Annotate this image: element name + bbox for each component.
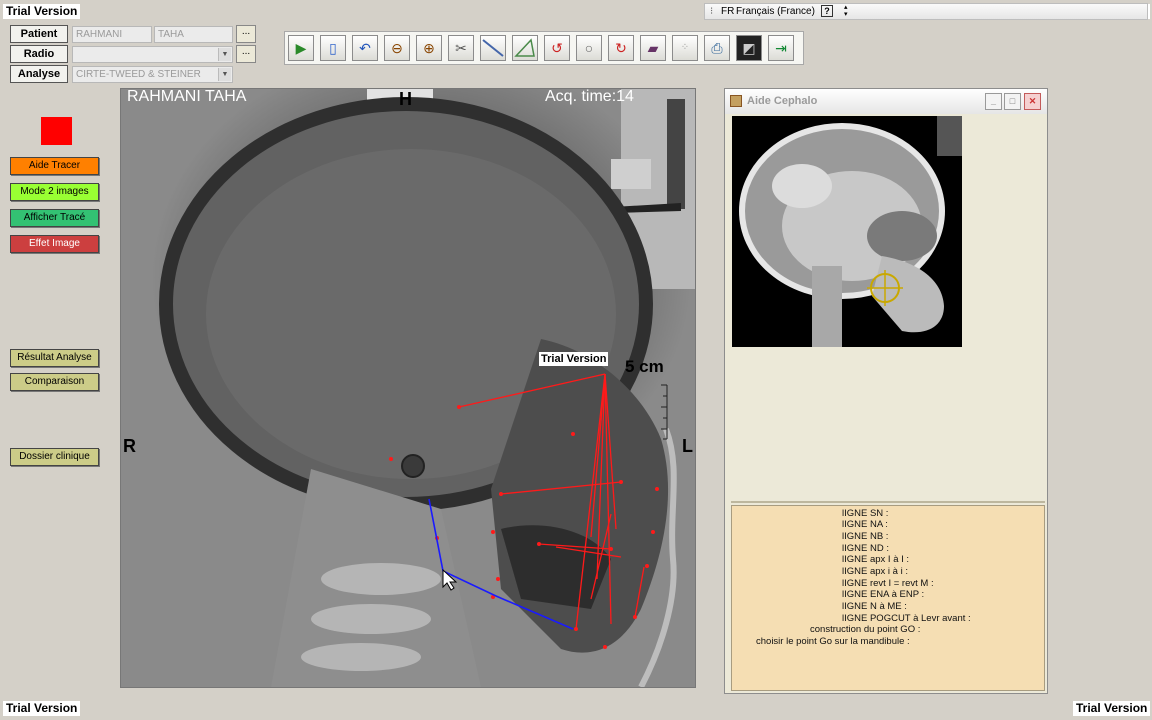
patient-last-name-field[interactable]: RAHMANI [72,26,152,43]
ruler-icon[interactable] [480,35,506,61]
options-arrow-icon[interactable]: ▴ ▾ [844,4,848,18]
trial-label-bottom-left: Trial Version [3,701,81,716]
analyse-label: Analyse [10,65,68,83]
instruction-line: lIGNE NB : [842,531,889,542]
instruction-line: lIGNE POGCUT à Levr avant : [842,613,971,624]
patient-label: Patient [10,25,68,43]
undo-icon[interactable]: ↶ [352,35,378,61]
marker-r: R [123,436,136,456]
new-page-icon[interactable]: ▯ [320,35,346,61]
instruction-line: lIGNE ENA à ENP : [842,589,925,600]
radio-label: Radio [10,45,68,63]
book-icon[interactable]: ▰ [640,35,666,61]
aide-cephalo-titlebar[interactable]: Aide Cephalo _ □ ✕ [725,89,1047,114]
tools-icon[interactable]: ✂ [448,35,474,61]
triangle-icon[interactable] [512,35,538,61]
minimize-button[interactable]: _ [985,93,1002,110]
trace-instructions-panel: lIGNE SN : lIGNE NA : lIGNE NB : lIGNE N… [731,505,1045,691]
play-icon[interactable]: ▶ [288,35,314,61]
instruction-line: lIGNE apx i à i : [842,566,908,577]
help-icon[interactable]: ? [821,5,833,17]
chevron-down-icon[interactable]: ▼ [218,68,231,81]
marker-l: L [682,436,693,456]
zoom-out-icon[interactable]: ⊖ [384,35,410,61]
print-icon[interactable]: ⎙ [704,35,730,61]
patient-first-name-field[interactable]: TAHA [154,26,233,43]
xray-patient-name: RAHMANI TAHA [127,88,247,105]
instruction-line: lIGNE N à ME : [842,601,907,612]
trial-label-bottom-right: Trial Version [1073,701,1151,716]
instruction-line: lIGNE revt I = revt M : [842,578,934,589]
mode-2-images-button[interactable]: Mode 2 images [10,183,99,201]
aide-cephalo-title: Aide Cephalo [747,95,818,107]
language-bar[interactable]: ⁝ FR Français (France) ? ▴ ▾ [704,3,1148,20]
radio-select[interactable]: ▼ [72,46,233,63]
instruction-line: lIGNE ND : [842,543,889,554]
image-icon[interactable]: ◩ [736,35,762,61]
patient-browse-button[interactable]: ... [236,25,256,43]
divider [731,501,1045,503]
keyboard-icon: ⁝ [710,6,714,17]
xray-acq-time: Acq. time:14 [545,88,634,105]
aide-tracer-button[interactable]: Aide Tracer [10,157,99,175]
main-toolbar: ▶ ▯ ↶ ⊖ ⊕ ✂ ↺ ○ ↻ ▰ ⁘ ⎙ ◩ ⇥ [284,31,804,65]
analyse-select[interactable]: CIRTE-TWEED & STEINER ▼ [72,66,233,83]
cephalometric-xray-canvas[interactable]: RAHMANI TAHA Acq. time:14 H R L 5 cm Tri… [120,88,696,688]
circle-icon[interactable]: ○ [576,35,602,61]
resultat-analyse-button[interactable]: Résultat Analyse [10,349,99,367]
noise-icon[interactable]: ⁘ [672,35,698,61]
rotate-left-icon[interactable]: ↺ [544,35,570,61]
reference-skull-image [732,116,962,347]
trial-overlay: Trial Version [539,352,609,366]
instruction-line: construction du point GO : [810,624,921,635]
language-name: Français (France) [736,6,815,17]
app-window: { "trial_label": "Trial Version", "langu… [0,0,1152,720]
xray-image [159,89,695,687]
zoom-in-icon[interactable]: ⊕ [416,35,442,61]
chevron-down-icon[interactable]: ▼ [218,48,231,61]
rotate-right-icon[interactable]: ↻ [608,35,634,61]
close-button[interactable]: ✕ [1024,93,1041,110]
maximize-button[interactable]: □ [1004,93,1021,110]
instruction-line: lIGNE apx I à I : [842,554,910,565]
instruction-line: lIGNE NA : [842,519,888,530]
comparaison-button[interactable]: Comparaison [10,373,99,391]
status-indicator [41,117,72,145]
instruction-line: choisir le point Go sur la mandibule : [756,636,910,647]
trial-label-top-left: Trial Version [3,4,81,19]
radio-browse-button[interactable]: ... [236,45,256,63]
effet-image-button[interactable]: Effet Image [10,235,99,253]
analyse-select-value: CIRTE-TWEED & STEINER [76,69,201,80]
instruction-line: lIGNE SN : [842,508,889,519]
dossier-clinique-button[interactable]: Dossier clinique [10,448,99,466]
marker-h: H [399,89,412,109]
language-code: FR [721,6,735,17]
afficher-trace-button[interactable]: Afficher Tracé [10,209,99,227]
exit-icon[interactable]: ⇥ [768,35,794,61]
aide-cephalo-window: Aide Cephalo _ □ ✕ lIGNE SN : lIGNE NA :… [724,88,1048,694]
scale-label: 5 cm [625,357,664,376]
app-icon [730,95,742,107]
